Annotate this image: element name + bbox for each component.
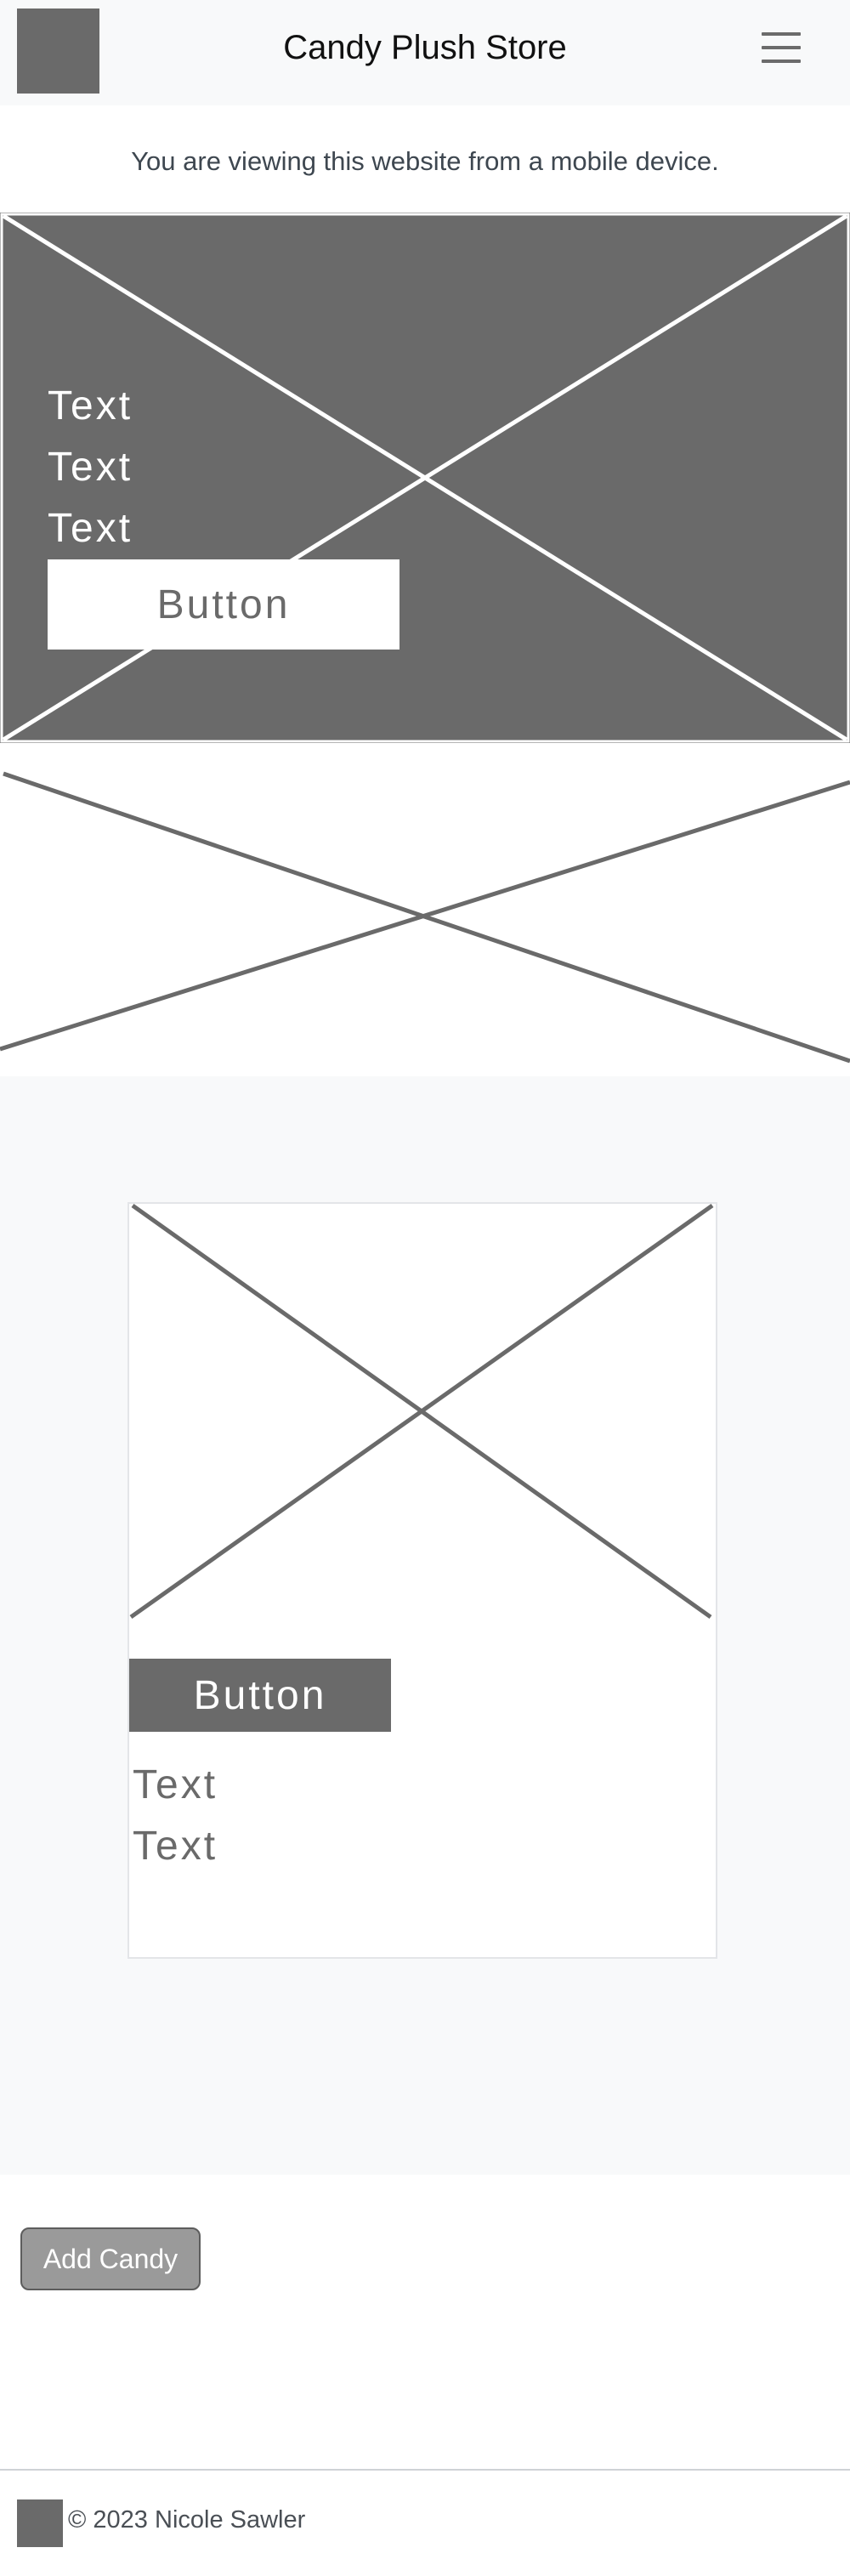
product-image-placeholder-icon [129, 1204, 714, 1620]
mobile-device-notice: You are viewing this website from a mobi… [131, 146, 719, 176]
hero-text-2: Text [48, 445, 133, 490]
product-card: Button Text Text [128, 1202, 717, 1959]
hero-button[interactable]: Button [48, 559, 400, 650]
footer: © 2023 Nicole Sawler [0, 2469, 850, 2576]
hero-text-3: Text [48, 506, 133, 551]
card-text-1: Text [133, 1762, 218, 1807]
hero-text-1: Text [48, 383, 133, 428]
banner-image-placeholder-icon [0, 771, 850, 1064]
navbar: Candy Plush Store [0, 0, 850, 105]
footer-copyright: © 2023 Nicole Sawler [68, 2506, 306, 2533]
footer-logo-placeholder-icon [17, 2499, 63, 2547]
card-text-2: Text [133, 1824, 218, 1869]
card-button[interactable]: Button [129, 1659, 391, 1732]
brand-title[interactable]: Candy Plush Store [0, 29, 850, 67]
hamburger-menu-icon[interactable] [755, 29, 814, 71]
add-candy-button[interactable]: Add Candy [20, 2227, 201, 2290]
